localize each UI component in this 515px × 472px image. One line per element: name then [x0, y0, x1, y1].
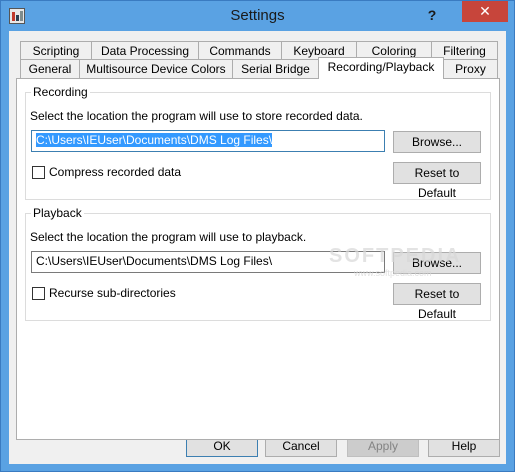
recording-group: Recording Select the location the progra…	[25, 85, 491, 200]
title-bar[interactable]: Settings ? ✕	[1, 1, 514, 31]
settings-window: Settings ? ✕ Scripting Data Processing C…	[0, 0, 515, 472]
tab-scripting[interactable]: Scripting	[20, 41, 92, 60]
playback-reset-button[interactable]: Reset to Default	[393, 283, 481, 321]
tab-recording-playback[interactable]: Recording/Playback	[318, 57, 444, 79]
tab-multisource-device-colors[interactable]: Multisource Device Colors	[79, 59, 233, 78]
playback-legend: Playback	[31, 206, 84, 220]
close-icon[interactable]: ✕	[462, 1, 508, 22]
recording-legend: Recording	[31, 85, 90, 99]
compress-label[interactable]: Compress recorded data	[49, 165, 181, 179]
softpedia-watermark: SOFTPEDIA	[329, 245, 462, 267]
dialog-client: Scripting Data Processing Commands Keybo…	[9, 31, 506, 464]
recording-description: Select the location the program will use…	[30, 109, 363, 123]
recording-path-input[interactable]: C:\Users\IEUser\Documents\DMS Log Files\	[31, 130, 385, 152]
tab-proxy[interactable]: Proxy	[443, 59, 498, 78]
recording-reset-button[interactable]: Reset to Default	[393, 162, 481, 200]
compress-checkbox[interactable]	[32, 166, 45, 179]
playback-path-value: C:\Users\IEUser\Documents\DMS Log Files\	[36, 254, 273, 268]
help-icon[interactable]: ?	[419, 5, 445, 25]
tab-commands[interactable]: Commands	[198, 41, 282, 60]
tab-general[interactable]: General	[20, 59, 80, 78]
tab-data-processing[interactable]: Data Processing	[91, 41, 199, 60]
recording-path-value: C:\Users\IEUser\Documents\DMS Log Files\	[36, 133, 273, 147]
recurse-label[interactable]: Recurse sub-directories	[49, 286, 176, 300]
tab-serial-bridge[interactable]: Serial Bridge	[232, 59, 319, 78]
playback-description: Select the location the program will use…	[30, 230, 307, 244]
softpedia-watermark-url: www.softpedia.com	[354, 268, 432, 278]
recording-browse-button[interactable]: Browse...	[393, 131, 481, 153]
recurse-checkbox[interactable]	[32, 287, 45, 300]
